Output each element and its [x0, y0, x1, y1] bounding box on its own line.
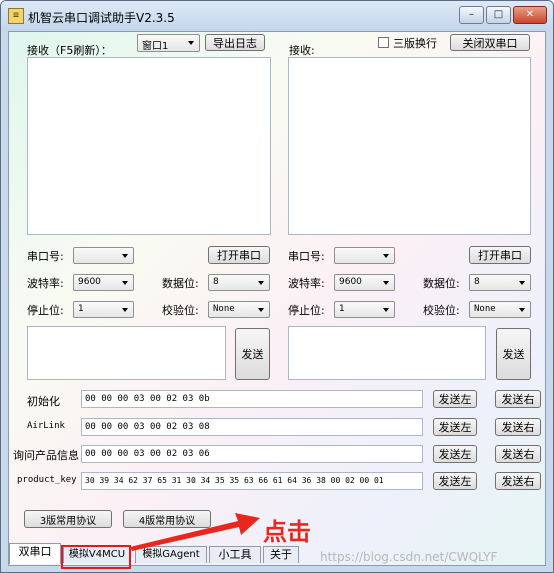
tab-dual-serial[interactable]: 双串口	[9, 543, 61, 564]
chevron-down-icon	[122, 308, 128, 312]
left-send-button[interactable]: 发送	[235, 328, 270, 380]
chevron-down-icon	[519, 281, 525, 285]
right-send-button[interactable]: 发送	[496, 328, 531, 380]
window-title: 机智云串口调试助手V2.3.5	[28, 11, 175, 25]
chevron-down-icon	[122, 281, 128, 285]
cmd-label-product-key: product_key	[17, 475, 77, 485]
left-parity-label: 校验位:	[162, 304, 199, 317]
cmd-product-key-send-left-button[interactable]: 发送左	[433, 472, 477, 490]
app-icon: ≡	[8, 8, 24, 24]
title-bar[interactable]: ≡ 机智云串口调试助手V2.3.5 – □ ✕	[1, 1, 553, 31]
left-parity-select[interactable]: None	[208, 301, 270, 318]
chevron-down-icon	[258, 281, 264, 285]
export-log-button[interactable]: 导出日志	[205, 34, 265, 51]
cmd-init-send-right-button[interactable]: 发送右	[495, 390, 541, 408]
main-panel: 接收（F5刷新）： 窗口1 导出日志 接收: 三版换行 关闭双串口 串口号: 打…	[8, 31, 546, 566]
close-icon: ✕	[525, 9, 535, 20]
chevron-down-icon	[188, 41, 194, 45]
left-databits-label: 数据位:	[162, 277, 199, 290]
three-version-label: 三版换行	[393, 37, 437, 50]
right-port-select[interactable]	[334, 247, 395, 264]
right-send-area[interactable]	[288, 326, 486, 380]
close-button[interactable]: ✕	[513, 6, 547, 24]
tab-about[interactable]: 关于	[263, 546, 299, 563]
cmd-field-airlink[interactable]: 00 00 00 03 00 02 03 08	[81, 418, 423, 436]
left-port-label: 串口号:	[27, 250, 64, 263]
right-databits-label: 数据位:	[423, 277, 460, 290]
chevron-down-icon	[258, 308, 264, 312]
close-dual-port-button[interactable]: 关闭双串口	[450, 34, 530, 51]
arrow-icon	[130, 513, 260, 551]
cmd-airlink-send-right-button[interactable]: 发送右	[495, 418, 541, 436]
chevron-down-icon	[383, 254, 389, 258]
v3-protocol-button[interactable]: 3版常用协议	[24, 510, 112, 528]
right-receive-label: 接收:	[289, 44, 315, 57]
right-databits-select[interactable]: 8	[469, 274, 531, 291]
left-receive-area[interactable]	[27, 57, 271, 235]
chevron-down-icon	[383, 281, 389, 285]
right-stopbits-label: 停止位:	[288, 304, 325, 317]
left-baud-label: 波特率:	[27, 277, 64, 290]
cmd-product-info-send-left-button[interactable]: 发送左	[433, 445, 477, 463]
highlight-box	[61, 545, 131, 569]
cmd-product-info-send-right-button[interactable]: 发送右	[495, 445, 541, 463]
cmd-label-init: 初始化	[27, 395, 60, 408]
left-port-select[interactable]	[73, 247, 134, 264]
cmd-airlink-send-left-button[interactable]: 发送左	[433, 418, 477, 436]
cmd-label-airlink: AirLink	[27, 421, 65, 431]
right-receive-area[interactable]	[288, 57, 531, 235]
minimize-icon: –	[469, 9, 474, 20]
click-annotation: 点击	[263, 518, 311, 546]
right-baud-label: 波特率:	[288, 277, 325, 290]
right-port-label: 串口号:	[288, 250, 325, 263]
left-databits-select[interactable]: 8	[208, 274, 270, 291]
right-open-port-button[interactable]: 打开串口	[469, 246, 531, 264]
maximize-icon: □	[493, 9, 504, 20]
right-parity-select[interactable]: None	[469, 301, 531, 318]
right-stopbits-select[interactable]: 1	[334, 301, 395, 318]
cmd-product-key-send-right-button[interactable]: 发送右	[495, 472, 541, 490]
window-select[interactable]: 窗口1	[137, 34, 200, 52]
minimize-button[interactable]: –	[459, 6, 484, 24]
left-send-area[interactable]	[27, 326, 226, 380]
chevron-down-icon	[519, 308, 525, 312]
cmd-field-product-key[interactable]: 30 39 34 62 37 65 31 30 34 35 35 63 66 6…	[81, 472, 423, 490]
left-stopbits-label: 停止位:	[27, 304, 64, 317]
right-baud-select[interactable]: 9600	[334, 274, 395, 291]
left-open-port-button[interactable]: 打开串口	[208, 246, 270, 264]
chevron-down-icon	[383, 308, 389, 312]
right-parity-label: 校验位:	[423, 304, 460, 317]
left-stopbits-select[interactable]: 1	[73, 301, 134, 318]
cmd-field-init[interactable]: 00 00 00 03 00 02 03 0b	[81, 390, 423, 408]
left-receive-label: 接收（F5刷新）：	[27, 44, 112, 57]
cmd-label-product-info: 询问产品信息	[13, 449, 79, 462]
three-version-checkbox[interactable]	[378, 37, 389, 48]
cmd-field-product-info[interactable]: 00 00 00 03 00 02 03 06	[81, 445, 423, 463]
app-window: ≡ 机智云串口调试助手V2.3.5 – □ ✕ 接收（F5刷新）： 窗口1 导出…	[0, 0, 554, 573]
cmd-init-send-left-button[interactable]: 发送左	[433, 390, 477, 408]
watermark: https://blog.csdn.net/CWQLYF	[320, 550, 498, 564]
maximize-button[interactable]: □	[486, 6, 511, 24]
chevron-down-icon	[122, 254, 128, 258]
left-baud-select[interactable]: 9600	[73, 274, 134, 291]
